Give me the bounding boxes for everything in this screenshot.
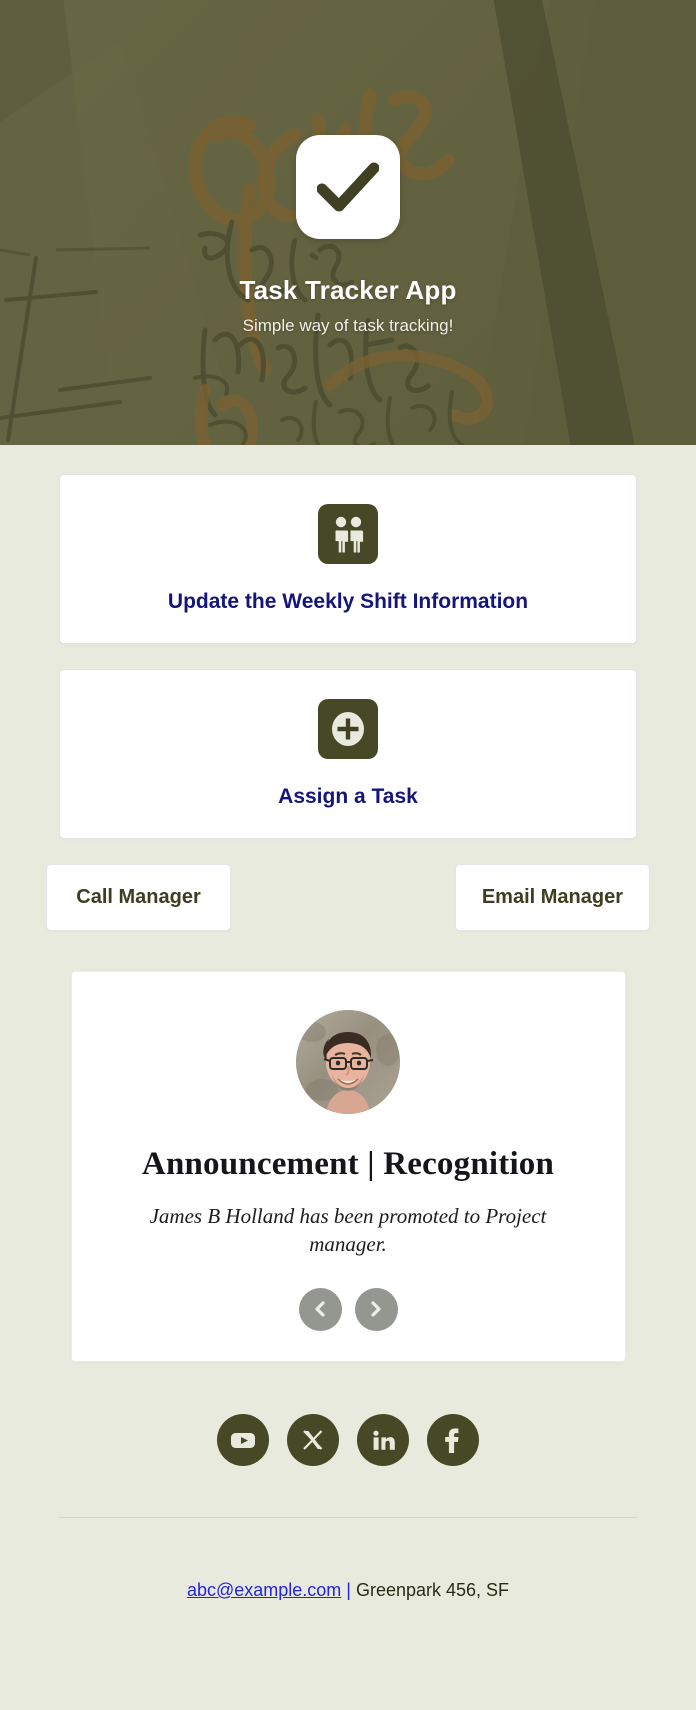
footer: abc@example.com | Greenpark 456, SF: [0, 1580, 696, 1661]
two-people-icon: [318, 504, 378, 564]
card-assign-task[interactable]: Assign a Task: [59, 669, 637, 840]
checkmark-icon: [317, 162, 379, 212]
card-assign-task-label[interactable]: Assign a Task: [278, 784, 418, 809]
main-content: Update the Weekly Shift Information Assi…: [0, 445, 696, 1661]
footer-email-link[interactable]: abc@example.com: [187, 1580, 341, 1600]
youtube-icon[interactable]: [217, 1413, 269, 1466]
manager-button-row: Call Manager Email Manager: [30, 864, 666, 932]
app-logo-tile: [296, 135, 400, 239]
facebook-icon[interactable]: [427, 1413, 479, 1466]
announcement-title: Announcement | Recognition: [141, 1146, 555, 1183]
page-title: Task Tracker App: [239, 275, 457, 305]
page-subtitle: Simple way of task tracking!: [242, 316, 454, 335]
chevron-right-icon: [367, 1300, 385, 1318]
footer-separator: |: [341, 1579, 356, 1600]
plus-circle-icon: [318, 699, 378, 760]
carousel-next-button[interactable]: [354, 1287, 398, 1331]
chevron-left-icon: [311, 1300, 329, 1318]
linkedin-icon[interactable]: [357, 1413, 409, 1466]
x-twitter-icon[interactable]: [287, 1413, 339, 1466]
call-manager-button[interactable]: Call Manager: [46, 864, 231, 932]
card-weekly-shift[interactable]: Update the Weekly Shift Information: [59, 474, 637, 645]
announcement-body: James B Holland has been promoted to Pro…: [149, 1204, 547, 1256]
social-links: [0, 1413, 696, 1466]
email-manager-button[interactable]: Email Manager: [454, 864, 650, 932]
avatar: [296, 1010, 400, 1115]
footer-address: Greenpark 456, SF: [355, 1579, 510, 1600]
carousel-prev-button[interactable]: [298, 1287, 342, 1331]
announcement-card: Announcement | Recognition James B Holla…: [70, 971, 626, 1362]
card-weekly-shift-label[interactable]: Update the Weekly Shift Information: [168, 589, 528, 614]
footer-divider: [59, 1516, 637, 1518]
hero-banner: Task Tracker App Simple way of task trac…: [0, 0, 696, 445]
carousel-controls: [298, 1287, 398, 1331]
